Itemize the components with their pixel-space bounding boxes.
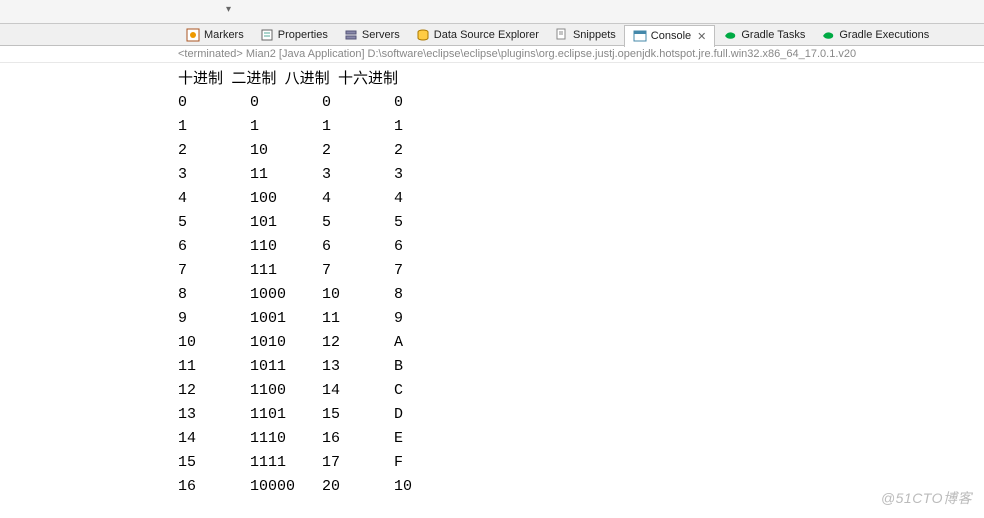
table-row: 0 0 0 0 <box>178 91 980 115</box>
close-icon[interactable]: ✕ <box>697 30 706 43</box>
top-toolbar: ▾ <box>0 0 984 24</box>
tab-label: Gradle Tasks <box>741 29 805 41</box>
table-header: 十进制 二进制 八进制 十六进制 <box>178 67 980 91</box>
toolbar-dropdown-icon[interactable]: ▾ <box>226 4 231 15</box>
snippets-icon <box>555 28 569 42</box>
table-row: 5 101 5 5 <box>178 211 980 235</box>
table-row: 10 1010 12 A <box>178 331 980 355</box>
tab-gradle-tasks[interactable]: Gradle Tasks <box>715 24 813 46</box>
table-row: 12 1100 14 C <box>178 379 980 403</box>
table-row: 16 10000 20 10 <box>178 475 980 499</box>
console-icon <box>633 29 647 43</box>
tab-properties[interactable]: Properties <box>252 24 336 46</box>
table-row: 1 1 1 1 <box>178 115 980 139</box>
tab-label: Markers <box>204 29 244 41</box>
console-output[interactable]: 十进制 二进制 八进制 十六进制 0 0 0 0 1 1 1 1 2 10 2 … <box>0 63 984 503</box>
tab-servers[interactable]: Servers <box>336 24 408 46</box>
data-source-icon <box>416 28 430 42</box>
tab-gradle-executions[interactable]: Gradle Executions <box>813 24 937 46</box>
tab-label: Snippets <box>573 29 616 41</box>
tab-label: Data Source Explorer <box>434 29 539 41</box>
tab-label: Console <box>651 30 691 42</box>
watermark: @51CTO博客 <box>881 488 972 508</box>
table-row: 9 1001 11 9 <box>178 307 980 331</box>
table-row: 13 1101 15 D <box>178 403 980 427</box>
table-row: 6 110 6 6 <box>178 235 980 259</box>
servers-icon <box>344 28 358 42</box>
tab-label: Servers <box>362 29 400 41</box>
table-row: 7 111 7 7 <box>178 259 980 283</box>
tab-console[interactable]: Console ✕ <box>624 25 716 47</box>
tab-data-source-explorer[interactable]: Data Source Explorer <box>408 24 547 46</box>
table-row: 8 1000 10 8 <box>178 283 980 307</box>
table-row: 3 11 3 3 <box>178 163 980 187</box>
gradle-icon <box>821 28 835 42</box>
table-row: 11 1011 13 B <box>178 355 980 379</box>
tab-markers[interactable]: Markers <box>178 24 252 46</box>
table-row: 2 10 2 2 <box>178 139 980 163</box>
table-row: 4 100 4 4 <box>178 187 980 211</box>
properties-icon <box>260 28 274 42</box>
markers-icon <box>186 28 200 42</box>
tab-snippets[interactable]: Snippets <box>547 24 624 46</box>
views-tab-bar: Markers Properties Servers Data Source E… <box>0 24 984 46</box>
tab-label: Properties <box>278 29 328 41</box>
gradle-icon <box>723 28 737 42</box>
termination-status: <terminated> Mian2 [Java Application] D:… <box>0 46 984 63</box>
table-row: 14 1110 16 E <box>178 427 980 451</box>
tab-label: Gradle Executions <box>839 29 929 41</box>
table-row: 15 1111 17 F <box>178 451 980 475</box>
